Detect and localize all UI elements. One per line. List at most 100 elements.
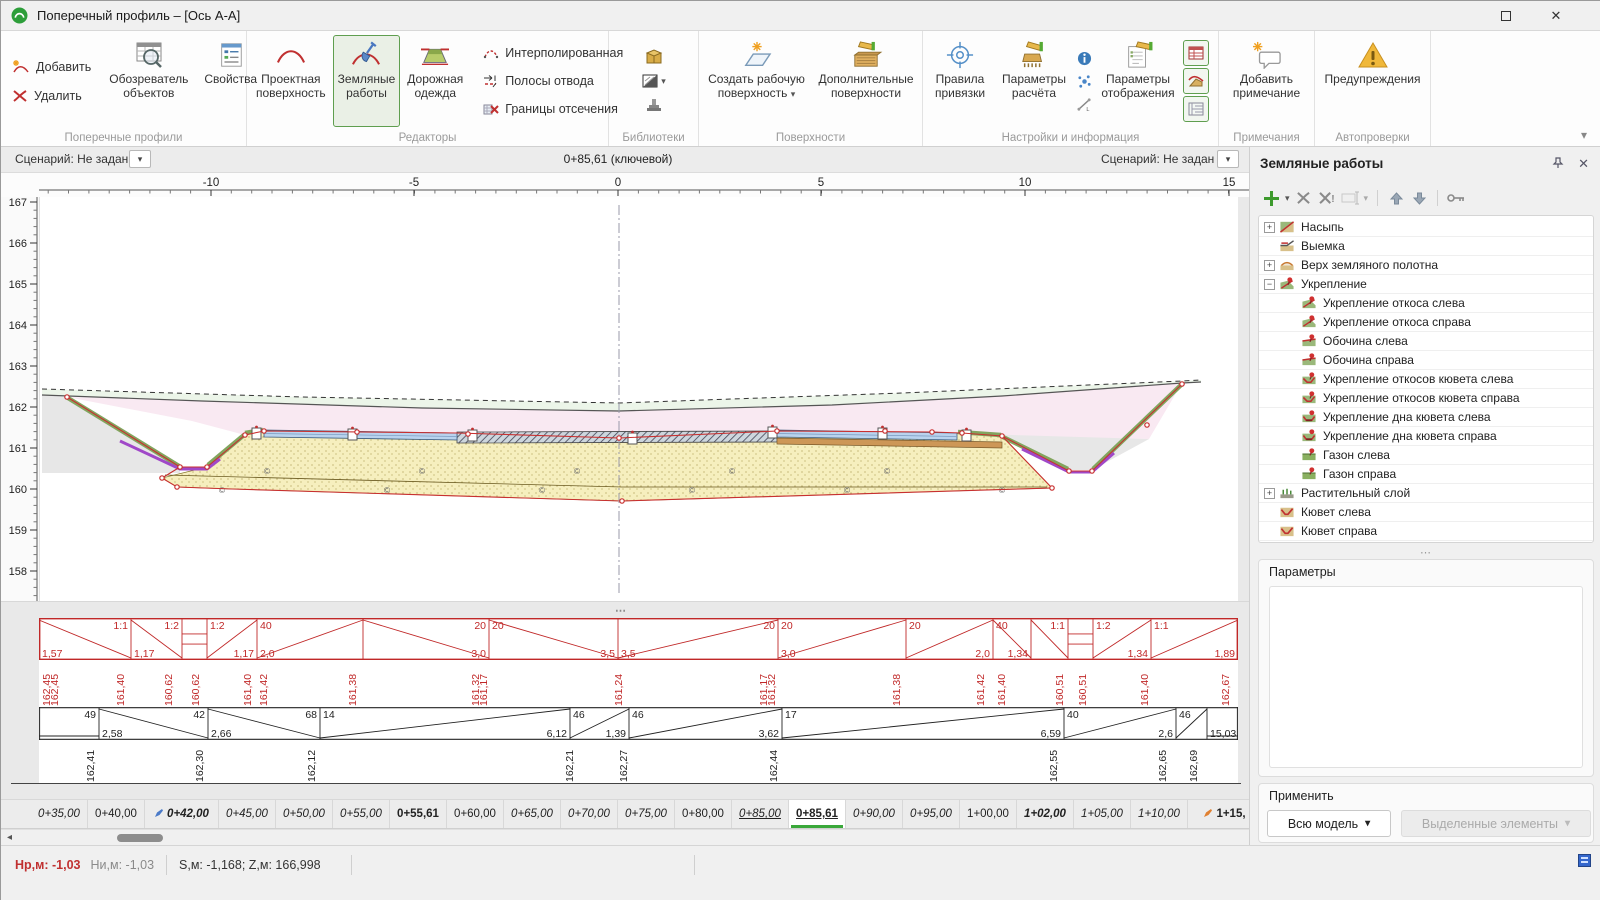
tree-item-label: Обочина справа <box>1323 353 1414 367</box>
snap-rules-button[interactable]: Правила привязки <box>927 35 993 127</box>
station-tab-0+5561[interactable]: 0+55,61 <box>390 800 447 828</box>
station-tab-0+9500[interactable]: 0+95,00 <box>903 800 960 828</box>
tree-item-6[interactable]: Обочина слева <box>1259 332 1593 351</box>
svg-text:0: 0 <box>615 177 621 189</box>
station-tab-0+6000[interactable]: 0+60,00 <box>447 800 504 828</box>
tree-item-3[interactable]: −Укрепление <box>1259 275 1593 294</box>
station-tab-0+6500[interactable]: 0+65,00 <box>504 800 561 828</box>
status-corner-icon[interactable] <box>1578 854 1591 867</box>
cross-section-canvas[interactable]: ©©©©© ©©©©©© <box>39 197 1238 601</box>
scenario-left-dropdown[interactable]: ▾ <box>129 150 151 168</box>
parameters-box[interactable] <box>1269 586 1583 768</box>
clip-boundaries-button[interactable]: Границы отсечения <box>476 99 630 119</box>
expand-toggle[interactable]: + <box>1264 260 1275 271</box>
station-tab-0+7500[interactable]: 0+75,00 <box>618 800 675 828</box>
tree-item-10[interactable]: Укрепление дна кювета слева <box>1259 408 1593 427</box>
rename-button[interactable] <box>1341 188 1359 208</box>
info-button[interactable] <box>1075 48 1093 68</box>
tree-item-4[interactable]: Укрепление откоса слева <box>1259 294 1593 313</box>
calc-params-button[interactable]: Параметры расчёта <box>996 35 1072 127</box>
rename-dropdown-icon[interactable]: ▾ <box>1364 193 1369 204</box>
close-button[interactable]: ✕ <box>1533 1 1579 30</box>
station-tab-0+9000[interactable]: 0+90,00 <box>846 800 903 828</box>
station-tab-0+8000[interactable]: 0+80,00 <box>675 800 732 828</box>
tree-item-7[interactable]: Обочина справа <box>1259 351 1593 370</box>
tree-item-8[interactable]: Укрепление откосов кювета слева <box>1259 370 1593 389</box>
toggle-section-button[interactable] <box>1183 96 1209 122</box>
tree-item-0[interactable]: +Насыпь <box>1259 218 1593 237</box>
station-tab-0+4200[interactable]: 0+42,00 <box>145 800 219 828</box>
additional-surfaces-button[interactable]: Дополнительные поверхности <box>814 35 918 127</box>
station-tab-1+0000[interactable]: 1+00,00 <box>960 800 1017 828</box>
tree-item-2[interactable]: +Верх земляного полотна <box>1259 256 1593 275</box>
horizontal-scrollbar[interactable]: ◂ <box>1 829 1249 845</box>
tree-item-5[interactable]: Укрепление откоса справа <box>1259 313 1593 332</box>
display-params-button[interactable]: Параметры отображения <box>1096 35 1180 127</box>
ribbon-collapse-icon[interactable]: ▾ <box>1581 128 1587 142</box>
tree-item-16[interactable]: Кювет справа <box>1259 522 1593 541</box>
design-surface-button[interactable]: Проектная поверхность <box>251 35 331 127</box>
apply-all-button[interactable]: Всю модель▾ <box>1267 810 1391 837</box>
stamp-button[interactable] <box>644 95 664 115</box>
station-tab-0+8500[interactable]: 0+85,00 <box>732 800 789 828</box>
expand-toggle[interactable]: + <box>1264 488 1275 499</box>
tree-item-9[interactable]: Укрепление откосов кювета справа <box>1259 389 1593 408</box>
expand-toggle[interactable]: − <box>1264 279 1275 290</box>
panel-splitter-grip[interactable]: ⋯ <box>1258 546 1594 559</box>
group-label-settings: Настройки и информация <box>923 132 1218 144</box>
pavement-button[interactable]: Дорожная одежда <box>402 35 468 127</box>
object-browser-button[interactable]: Обозреватель объектов <box>104 35 193 127</box>
station-tab-0+3500[interactable]: 0+35,00 <box>31 800 88 828</box>
surface-analysis-button[interactable] <box>1075 71 1093 91</box>
calc-params-label: Параметры расчёта <box>1001 73 1067 101</box>
station-tab-label: 0+42,00 <box>167 808 209 820</box>
delete-element-button[interactable] <box>1295 188 1313 208</box>
station-tab-1+0200[interactable]: 1+02,00 <box>1017 800 1074 828</box>
scroll-left-icon[interactable]: ◂ <box>7 832 12 843</box>
interpolated-button[interactable]: Интерполированная <box>476 43 630 63</box>
expand-toggle[interactable]: + <box>1264 222 1275 233</box>
hatch-pattern-button[interactable]: ▾ <box>641 71 666 91</box>
table-bottom-rule <box>11 783 1241 784</box>
station-tab-0+4000[interactable]: 0+40,00 <box>88 800 145 828</box>
warnings-button[interactable]: Предупреждения <box>1320 35 1426 127</box>
create-work-surface-button[interactable]: Создать рабочую поверхность ▾ <box>703 35 810 127</box>
station-tab-1+1000[interactable]: 1+10,00 <box>1131 800 1188 828</box>
toggle-tables-button[interactable] <box>1183 40 1209 66</box>
station-tab-0+7000[interactable]: 0+70,00 <box>561 800 618 828</box>
toggle-profile-button[interactable] <box>1183 68 1209 94</box>
station-tab-0+5500[interactable]: 0+55,00 <box>333 800 390 828</box>
move-down-button[interactable] <box>1410 188 1428 208</box>
tree-item-11[interactable]: Укрепление дна кювета справа <box>1259 427 1593 446</box>
measure-button[interactable]: L <box>1075 94 1093 114</box>
tree-item-15[interactable]: Кювет слева <box>1259 503 1593 522</box>
tree-item-1[interactable]: Выемка <box>1259 237 1593 256</box>
panel-close-icon[interactable]: ✕ <box>1578 156 1589 174</box>
scenario-right-dropdown[interactable]: ▾ <box>1217 150 1239 168</box>
station-tab-1+0500[interactable]: 1+05,00 <box>1074 800 1131 828</box>
tree-item-13[interactable]: Газон справа <box>1259 465 1593 484</box>
station-tab-0+5000[interactable]: 0+50,00 <box>276 800 333 828</box>
add-element-button[interactable] <box>1262 188 1280 208</box>
maximize-button[interactable] <box>1483 1 1529 30</box>
right-of-way-button[interactable]: Полосы отвода <box>476 71 630 91</box>
delete-profile-button[interactable]: Удалить <box>5 85 98 106</box>
move-up-button[interactable] <box>1387 188 1405 208</box>
splitter-grip-icon[interactable]: ⋯ <box>615 604 627 617</box>
scenario-left-label: Сценарий: Не задан <box>15 152 128 166</box>
tree-item-12[interactable]: Газон слева <box>1259 446 1593 465</box>
earthworks-button[interactable]: Земляные работы <box>333 35 401 127</box>
station-tab-0+8561[interactable]: 0+85,61 <box>789 800 846 828</box>
apply-selected-button[interactable]: Выделенные элементы▾ <box>1401 810 1591 837</box>
horizontal-splitter[interactable]: ⋯ <box>1 601 1249 618</box>
library-box-button[interactable] <box>644 47 664 67</box>
key-button[interactable] <box>1447 188 1465 208</box>
station-tab-0+4500[interactable]: 0+45,00 <box>219 800 276 828</box>
scrollbar-thumb[interactable] <box>117 834 163 842</box>
delete-all-button[interactable]: ! <box>1318 188 1336 208</box>
add-element-dropdown-icon[interactable]: ▾ <box>1285 193 1290 204</box>
tree-item-14[interactable]: +Растительный слой <box>1259 484 1593 503</box>
add-profile-button[interactable]: Добавить <box>5 56 98 77</box>
add-note-button[interactable]: Добавить примечание <box>1223 35 1310 127</box>
pin-icon[interactable] <box>1552 156 1564 174</box>
